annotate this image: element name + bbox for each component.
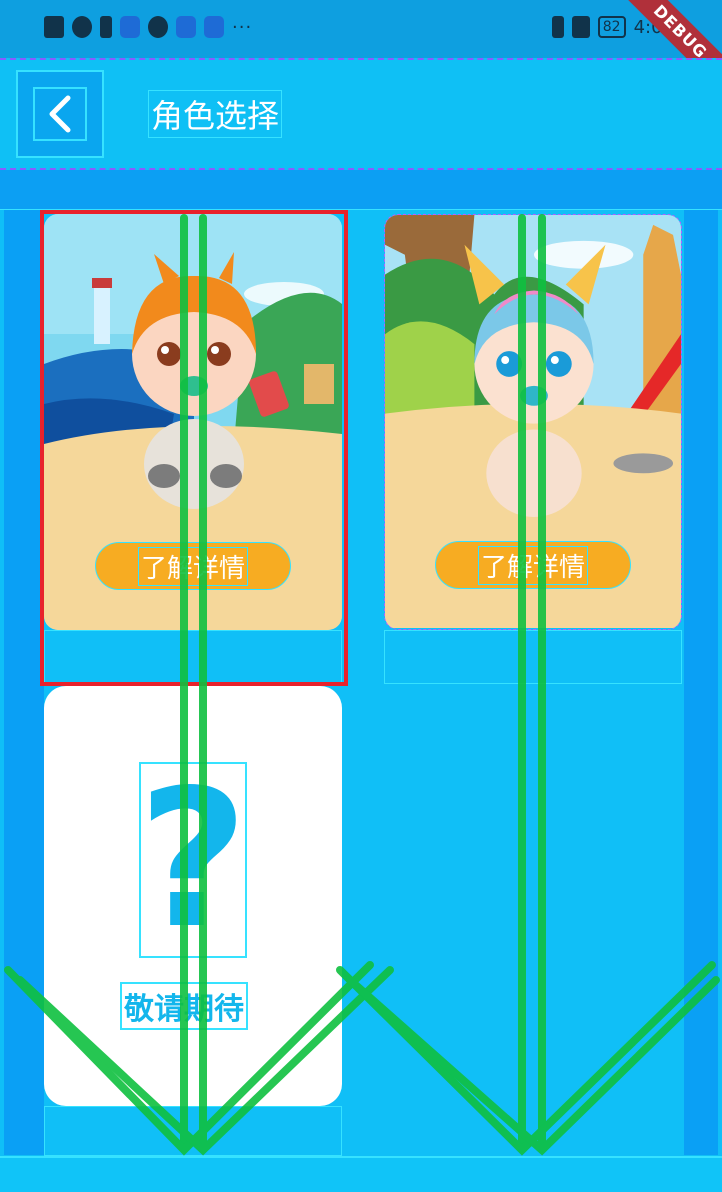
role-grid: 了解详情 了解详情 ? 敬请期待 (0, 210, 722, 1160)
selected-role-frame (40, 210, 348, 686)
notification-icon (44, 16, 64, 38)
right-gutter (684, 210, 718, 1155)
left-gutter (4, 210, 44, 1155)
back-button-inner (33, 87, 87, 141)
vibrate-icon (571, 16, 590, 38)
back-button[interactable] (16, 70, 104, 158)
bottom-bar (0, 1156, 722, 1192)
bluetooth-icon (551, 16, 564, 38)
status-left-icons: ··· (44, 16, 252, 38)
app-bar-bottom-strip (0, 170, 722, 210)
page-title: 角色选择 (148, 90, 283, 138)
bulb-app-icon (176, 16, 196, 38)
status-bar: ··· 82 4:02 (0, 0, 722, 58)
role-2-detail-label: 了解详情 (477, 545, 588, 585)
chevron-left-icon (49, 95, 71, 133)
battery-indicator: 82 (597, 16, 626, 38)
role-card-2[interactable]: 了解详情 (384, 214, 682, 630)
wifi-icon (72, 16, 92, 38)
coming-soon-card: ? 敬请期待 (44, 686, 342, 1106)
question-mark-icon: ? (137, 749, 249, 970)
app-bar: 角色选择 (0, 58, 722, 170)
music-app-icon (204, 16, 224, 38)
more-notifications-icon: ··· (232, 16, 253, 38)
role-2-slot (384, 630, 682, 684)
coming-soon-label: 敬请期待 (120, 982, 248, 1030)
coming-soon-slot (44, 1106, 342, 1156)
browser-icon (148, 16, 168, 38)
charging-icon (100, 16, 112, 38)
search-app-icon (120, 16, 140, 38)
role-2-detail-button[interactable]: 了解详情 (435, 541, 631, 589)
